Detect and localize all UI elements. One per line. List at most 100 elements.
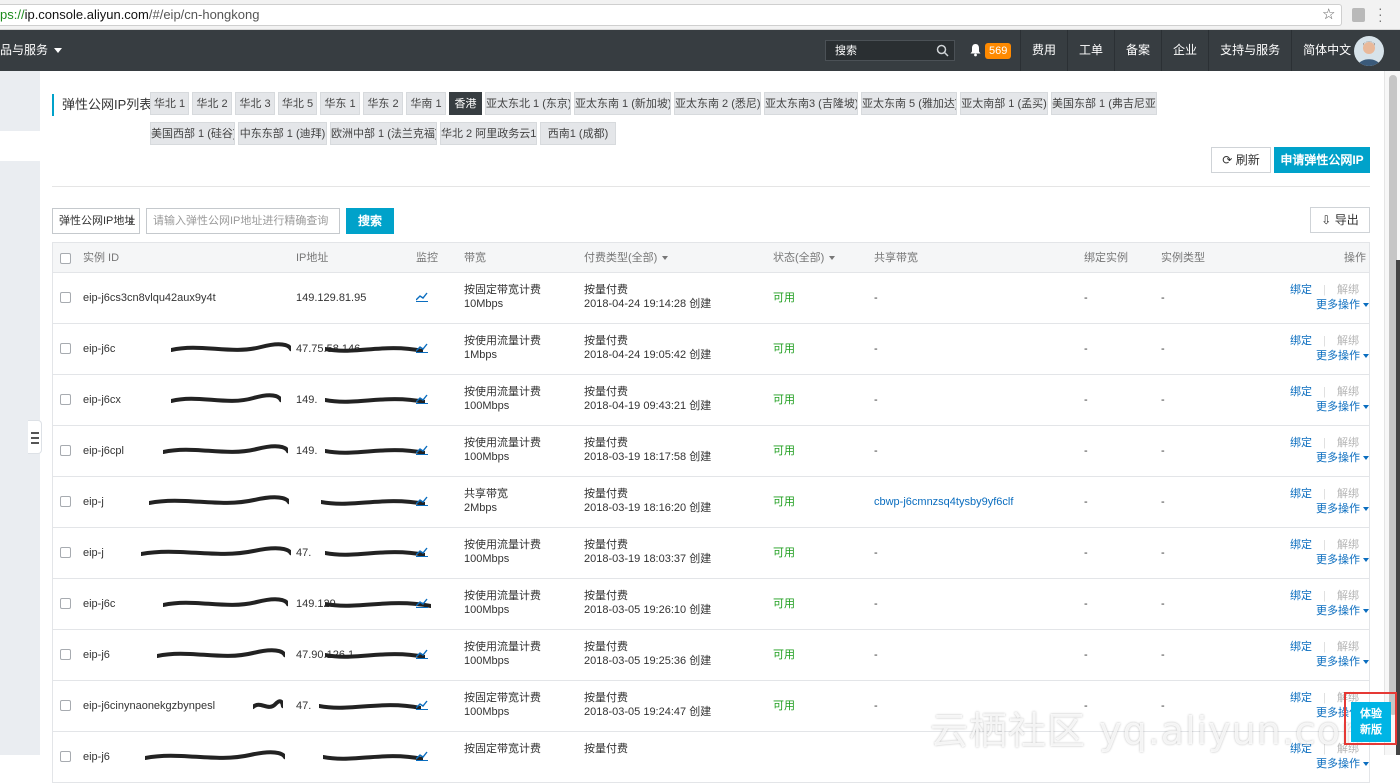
region-tab[interactable]: 亚太东南 2 (悉尼) — [674, 92, 761, 115]
region-tab[interactable]: 美国西部 1 (硅谷) — [150, 122, 235, 145]
row-checkbox[interactable] — [60, 700, 71, 711]
row-checkbox[interactable] — [60, 547, 71, 558]
row-checkbox[interactable] — [60, 598, 71, 609]
region-tab[interactable]: 华东 2 — [363, 92, 403, 115]
unbind-link[interactable]: 解绑 — [1337, 640, 1359, 654]
bind-link[interactable]: 绑定 — [1290, 538, 1312, 552]
monitor-chart-icon[interactable] — [416, 649, 428, 659]
nav-tickets[interactable]: 工单 — [1067, 30, 1114, 71]
bind-link[interactable]: 绑定 — [1290, 487, 1312, 501]
search-button[interactable]: 搜索 — [346, 208, 394, 234]
nav-enterprise[interactable]: 企业 — [1161, 30, 1208, 71]
bind-link[interactable]: 绑定 — [1290, 334, 1312, 348]
try-new-version-button[interactable]: 体验 新版 — [1351, 702, 1391, 742]
address-bar[interactable]: ps://ip.console.aliyun.com/#/eip/cn-hong… — [0, 4, 1342, 26]
region-tab[interactable]: 亚太东北 1 (东京) — [485, 92, 571, 115]
unbind-link[interactable]: 解绑 — [1337, 589, 1359, 603]
col-status[interactable]: 状态(全部) — [773, 243, 836, 274]
monitor-chart-icon[interactable] — [416, 496, 428, 506]
table-row[interactable]: eip-j6cs3cn8vlqu42aux9y4t 149.129.81.95 按固… — [52, 273, 1370, 324]
row-checkbox[interactable] — [60, 649, 71, 660]
monitor-chart-icon[interactable] — [416, 292, 428, 302]
nav-icp[interactable]: 备案 — [1114, 30, 1161, 71]
unbind-link[interactable]: 解绑 — [1337, 385, 1359, 399]
nav-support[interactable]: 支持与服务 — [1208, 30, 1291, 71]
global-search-input[interactable] — [826, 41, 934, 60]
region-tab[interactable]: 中东东部 1 (迪拜) — [238, 122, 327, 145]
region-tab[interactable]: 华北 2 — [192, 92, 232, 115]
row-checkbox[interactable] — [60, 394, 71, 405]
bind-link[interactable]: 绑定 — [1290, 640, 1312, 654]
more-actions-dropdown[interactable]: 更多操作 — [1316, 502, 1369, 516]
nav-language[interactable]: 简体中文 — [1291, 30, 1362, 71]
more-actions-dropdown[interactable]: 更多操作 — [1316, 451, 1369, 465]
table-row[interactable]: eip-j6c 47.75.58.146 按使用流量计费 1Mbps 按量付费 2018-… — [52, 324, 1370, 375]
region-tab[interactable]: 华北 1 — [150, 92, 189, 115]
row-checkbox[interactable] — [60, 751, 71, 762]
browser-menu-icon[interactable]: · · · — [1378, 1, 1383, 27]
shared-bandwidth[interactable]: cbwp-j6cmnzsq4tysby9yf6clf — [874, 495, 1013, 509]
bind-link[interactable]: 绑定 — [1290, 589, 1312, 603]
bookmark-star-icon[interactable]: ☆ — [1322, 5, 1335, 23]
region-tab[interactable]: 香港 — [449, 92, 482, 115]
row-checkbox[interactable] — [60, 496, 71, 507]
row-checkbox[interactable] — [60, 292, 71, 303]
extension-icon[interactable] — [1352, 8, 1365, 22]
table-row[interactable]: eip-j6c 149.129. 按使用流量计费 100Mbps 按量付费 2018-03… — [52, 579, 1370, 630]
region-tab[interactable]: 亚太东南3 (吉隆坡) — [764, 92, 858, 115]
region-tab[interactable]: 华北 5 — [278, 92, 317, 115]
region-tab[interactable]: 华东 1 — [320, 92, 360, 115]
more-actions-dropdown[interactable]: 更多操作 — [1316, 349, 1369, 363]
region-tab[interactable]: 西南1 (成都) — [540, 122, 616, 145]
table-row[interactable]: eip-j 47. 按使用流量计费 100Mbps 按量付费 2018-03-19 18:… — [52, 528, 1370, 579]
col-pay-type[interactable]: 付费类型(全部) — [584, 243, 669, 274]
more-actions-dropdown[interactable]: 更多操作 — [1316, 400, 1369, 414]
table-row[interactable]: eip-j6cx 149. 按使用流量计费 100Mbps 按量付费 2018-04-19… — [52, 375, 1370, 426]
region-tab[interactable]: 欧洲中部 1 (法兰克福) — [330, 122, 437, 145]
region-tab[interactable]: 亚太东南 1 (新加坡) — [574, 92, 671, 115]
region-tab[interactable]: 华北 2 阿里政务云1 — [440, 122, 537, 145]
row-checkbox[interactable] — [60, 343, 71, 354]
export-button[interactable]: ⇩ 导出 — [1310, 207, 1370, 233]
table-row[interactable]: eip-j6cpl 149. 按使用流量计费 100Mbps 按量付费 2018-03-1… — [52, 426, 1370, 477]
region-tab[interactable]: 亚太东南 5 (雅加达) — [861, 92, 957, 115]
more-actions-dropdown[interactable]: 更多操作 — [1316, 655, 1369, 669]
monitor-chart-icon[interactable] — [416, 445, 428, 455]
select-all-checkbox[interactable] — [60, 253, 71, 264]
bind-link[interactable]: 绑定 — [1290, 385, 1312, 399]
unbind-link[interactable]: 解绑 — [1337, 487, 1359, 501]
notification-badge[interactable]: 569 — [985, 43, 1012, 59]
table-row[interactable]: eip-j6 47.90.126.1 按使用流量计费 100Mbps 按量付费 2018-… — [52, 630, 1370, 681]
region-tab[interactable]: 亚太南部 1 (孟买) — [960, 92, 1048, 115]
refresh-button[interactable]: ⟳ 刷新 — [1211, 147, 1271, 173]
search-icon[interactable] — [936, 44, 949, 57]
monitor-chart-icon[interactable] — [416, 751, 428, 761]
monitor-chart-icon[interactable] — [416, 394, 428, 404]
more-actions-dropdown[interactable]: 更多操作 — [1316, 757, 1369, 771]
row-checkbox[interactable] — [60, 445, 71, 456]
search-input[interactable] — [146, 208, 340, 234]
bind-link[interactable]: 绑定 — [1290, 283, 1312, 297]
unbind-link[interactable]: 解绑 — [1337, 334, 1359, 348]
nav-billing[interactable]: 费用 — [1020, 30, 1067, 71]
monitor-chart-icon[interactable] — [416, 598, 428, 608]
monitor-chart-icon[interactable] — [416, 547, 428, 557]
apply-eip-button[interactable]: 申请弹性公网IP — [1274, 147, 1370, 173]
more-actions-dropdown[interactable]: 更多操作 — [1316, 298, 1369, 312]
bind-link[interactable]: 绑定 — [1290, 436, 1312, 450]
unbind-link[interactable]: 解绑 — [1337, 538, 1359, 552]
avatar[interactable] — [1354, 36, 1384, 66]
region-tab[interactable]: 华南 1 — [406, 92, 446, 115]
region-tab[interactable]: 美国东部 1 (弗吉尼亚) — [1051, 92, 1157, 115]
bell-icon[interactable] — [969, 43, 982, 57]
region-tab[interactable]: 华北 3 — [235, 92, 275, 115]
unbind-link[interactable]: 解绑 — [1337, 436, 1359, 450]
sidebar-toggle-icon[interactable] — [28, 420, 42, 454]
monitor-chart-icon[interactable] — [416, 700, 428, 710]
filter-field-select[interactable]: 弹性公网IP地址 ▲ ▼ — [52, 208, 140, 234]
unbind-link[interactable]: 解绑 — [1337, 283, 1359, 297]
table-row[interactable]: eip-j 共享带宽 2Mbps 按量付费 2018-03-19 18:16:20 创建… — [52, 477, 1370, 528]
more-actions-dropdown[interactable]: 更多操作 — [1316, 604, 1369, 618]
monitor-chart-icon[interactable] — [416, 343, 428, 353]
feedback-widget[interactable]: 体验 新版 — [1344, 692, 1397, 745]
